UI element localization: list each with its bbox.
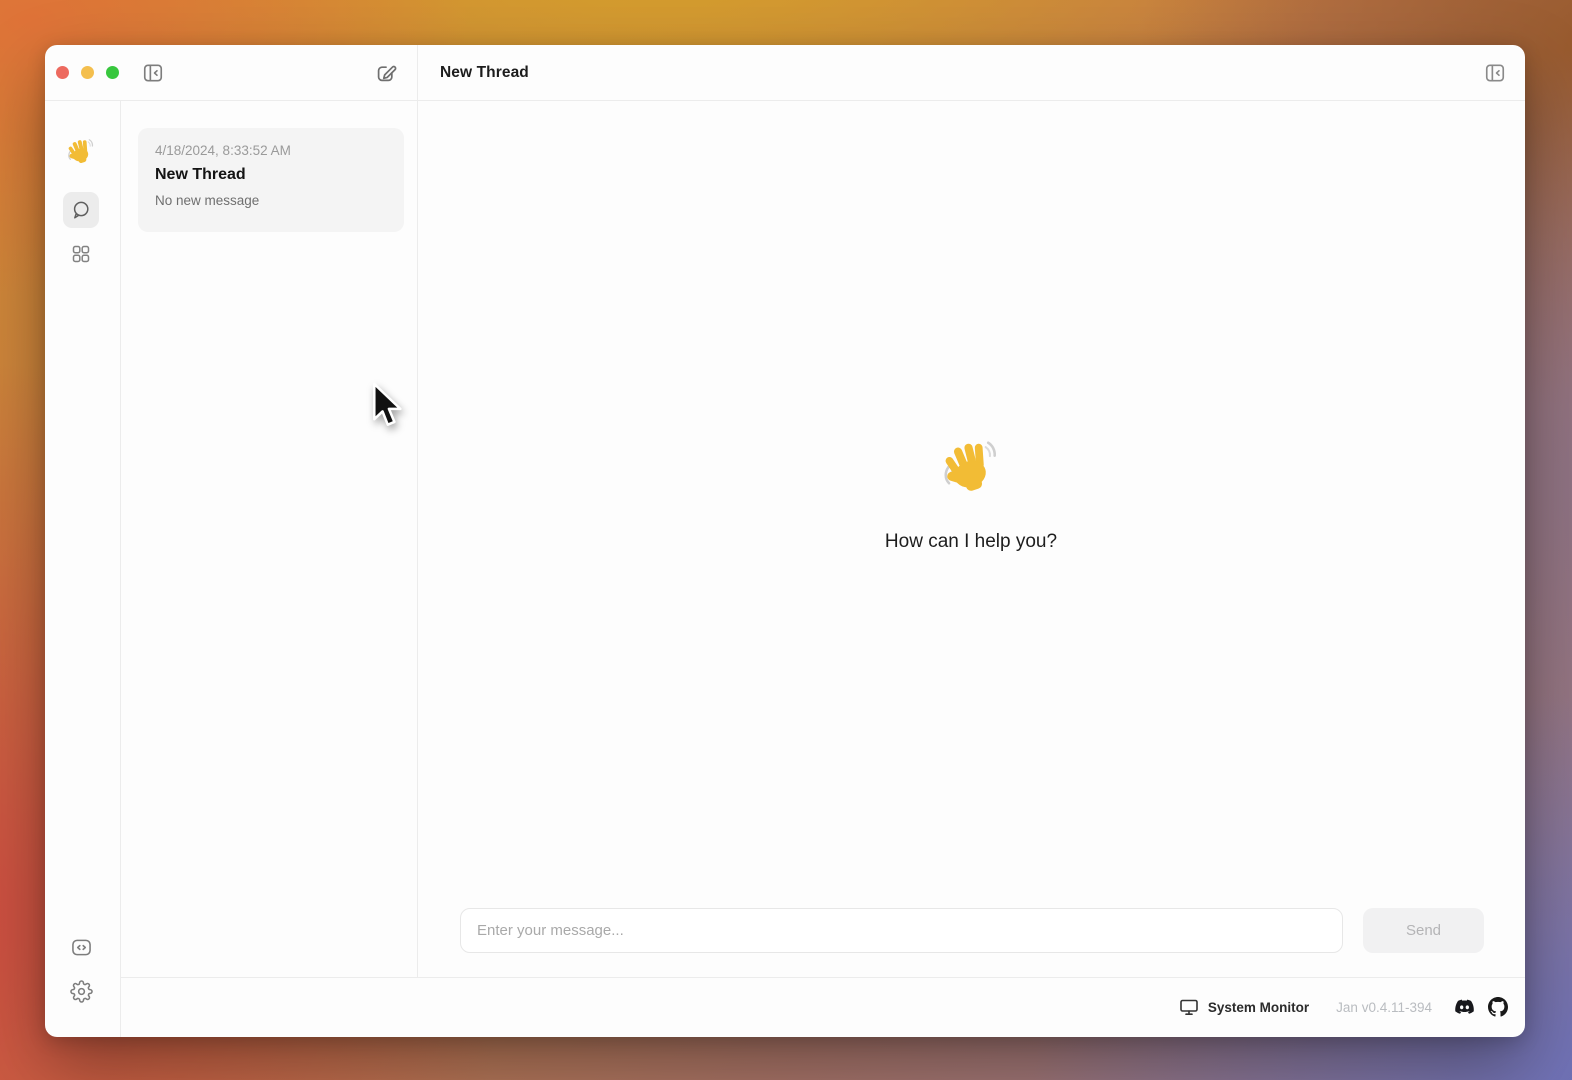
toggle-right-panel-button[interactable] xyxy=(1482,60,1508,86)
status-bar: System Monitor Jan v0.4.11-394 xyxy=(120,977,1525,1037)
discord-link[interactable] xyxy=(1454,999,1475,1016)
new-thread-button[interactable] xyxy=(372,60,398,86)
header-divider xyxy=(45,100,1525,101)
system-monitor-label: System Monitor xyxy=(1208,1000,1309,1015)
code-window-icon xyxy=(70,936,93,959)
minimize-window-button[interactable] xyxy=(81,66,94,79)
thread-list-item[interactable]: 4/18/2024, 8:33:52 AM New Thread No new … xyxy=(138,128,404,232)
sidebar-item-hub[interactable] xyxy=(63,236,99,272)
github-link[interactable] xyxy=(1488,997,1508,1017)
sidebar-item-settings[interactable] xyxy=(63,973,99,1009)
send-button[interactable]: Send xyxy=(1363,908,1484,953)
desktop-background: New Thread xyxy=(0,0,1572,1080)
window-controls xyxy=(56,66,119,79)
monitor-icon xyxy=(1179,998,1199,1016)
greeting-text: How can I help you? xyxy=(417,531,1525,553)
panel-collapse-right-icon xyxy=(1484,62,1506,84)
github-icon xyxy=(1488,997,1508,1017)
thread-panel-divider xyxy=(417,45,418,977)
message-input[interactable] xyxy=(460,908,1343,953)
close-window-button[interactable] xyxy=(56,66,69,79)
thread-timestamp: 4/18/2024, 8:33:52 AM xyxy=(155,143,387,158)
app-version-label: Jan v0.4.11-394 xyxy=(1336,1000,1432,1015)
zoom-window-button[interactable] xyxy=(106,66,119,79)
sidebar-item-local-api-server[interactable] xyxy=(63,929,99,965)
app-window: New Thread xyxy=(45,45,1525,1037)
gear-icon xyxy=(70,980,93,1003)
rail-divider xyxy=(120,100,121,1037)
page-title: New Thread xyxy=(440,45,529,100)
waving-hand-logo-icon xyxy=(66,136,96,166)
sidebar-item-threads[interactable] xyxy=(63,192,99,228)
panel-collapse-left-icon xyxy=(142,62,164,84)
toggle-left-panel-button[interactable] xyxy=(140,60,166,86)
grid-icon xyxy=(70,243,92,265)
chat-bubble-icon xyxy=(70,199,92,221)
compose-icon xyxy=(374,62,397,85)
discord-icon xyxy=(1454,999,1475,1016)
thread-subtitle: No new message xyxy=(155,193,387,208)
waving-hand-greeting-icon xyxy=(940,435,1002,497)
thread-title: New Thread xyxy=(155,166,387,184)
system-monitor-toggle[interactable]: System Monitor xyxy=(1179,998,1309,1016)
